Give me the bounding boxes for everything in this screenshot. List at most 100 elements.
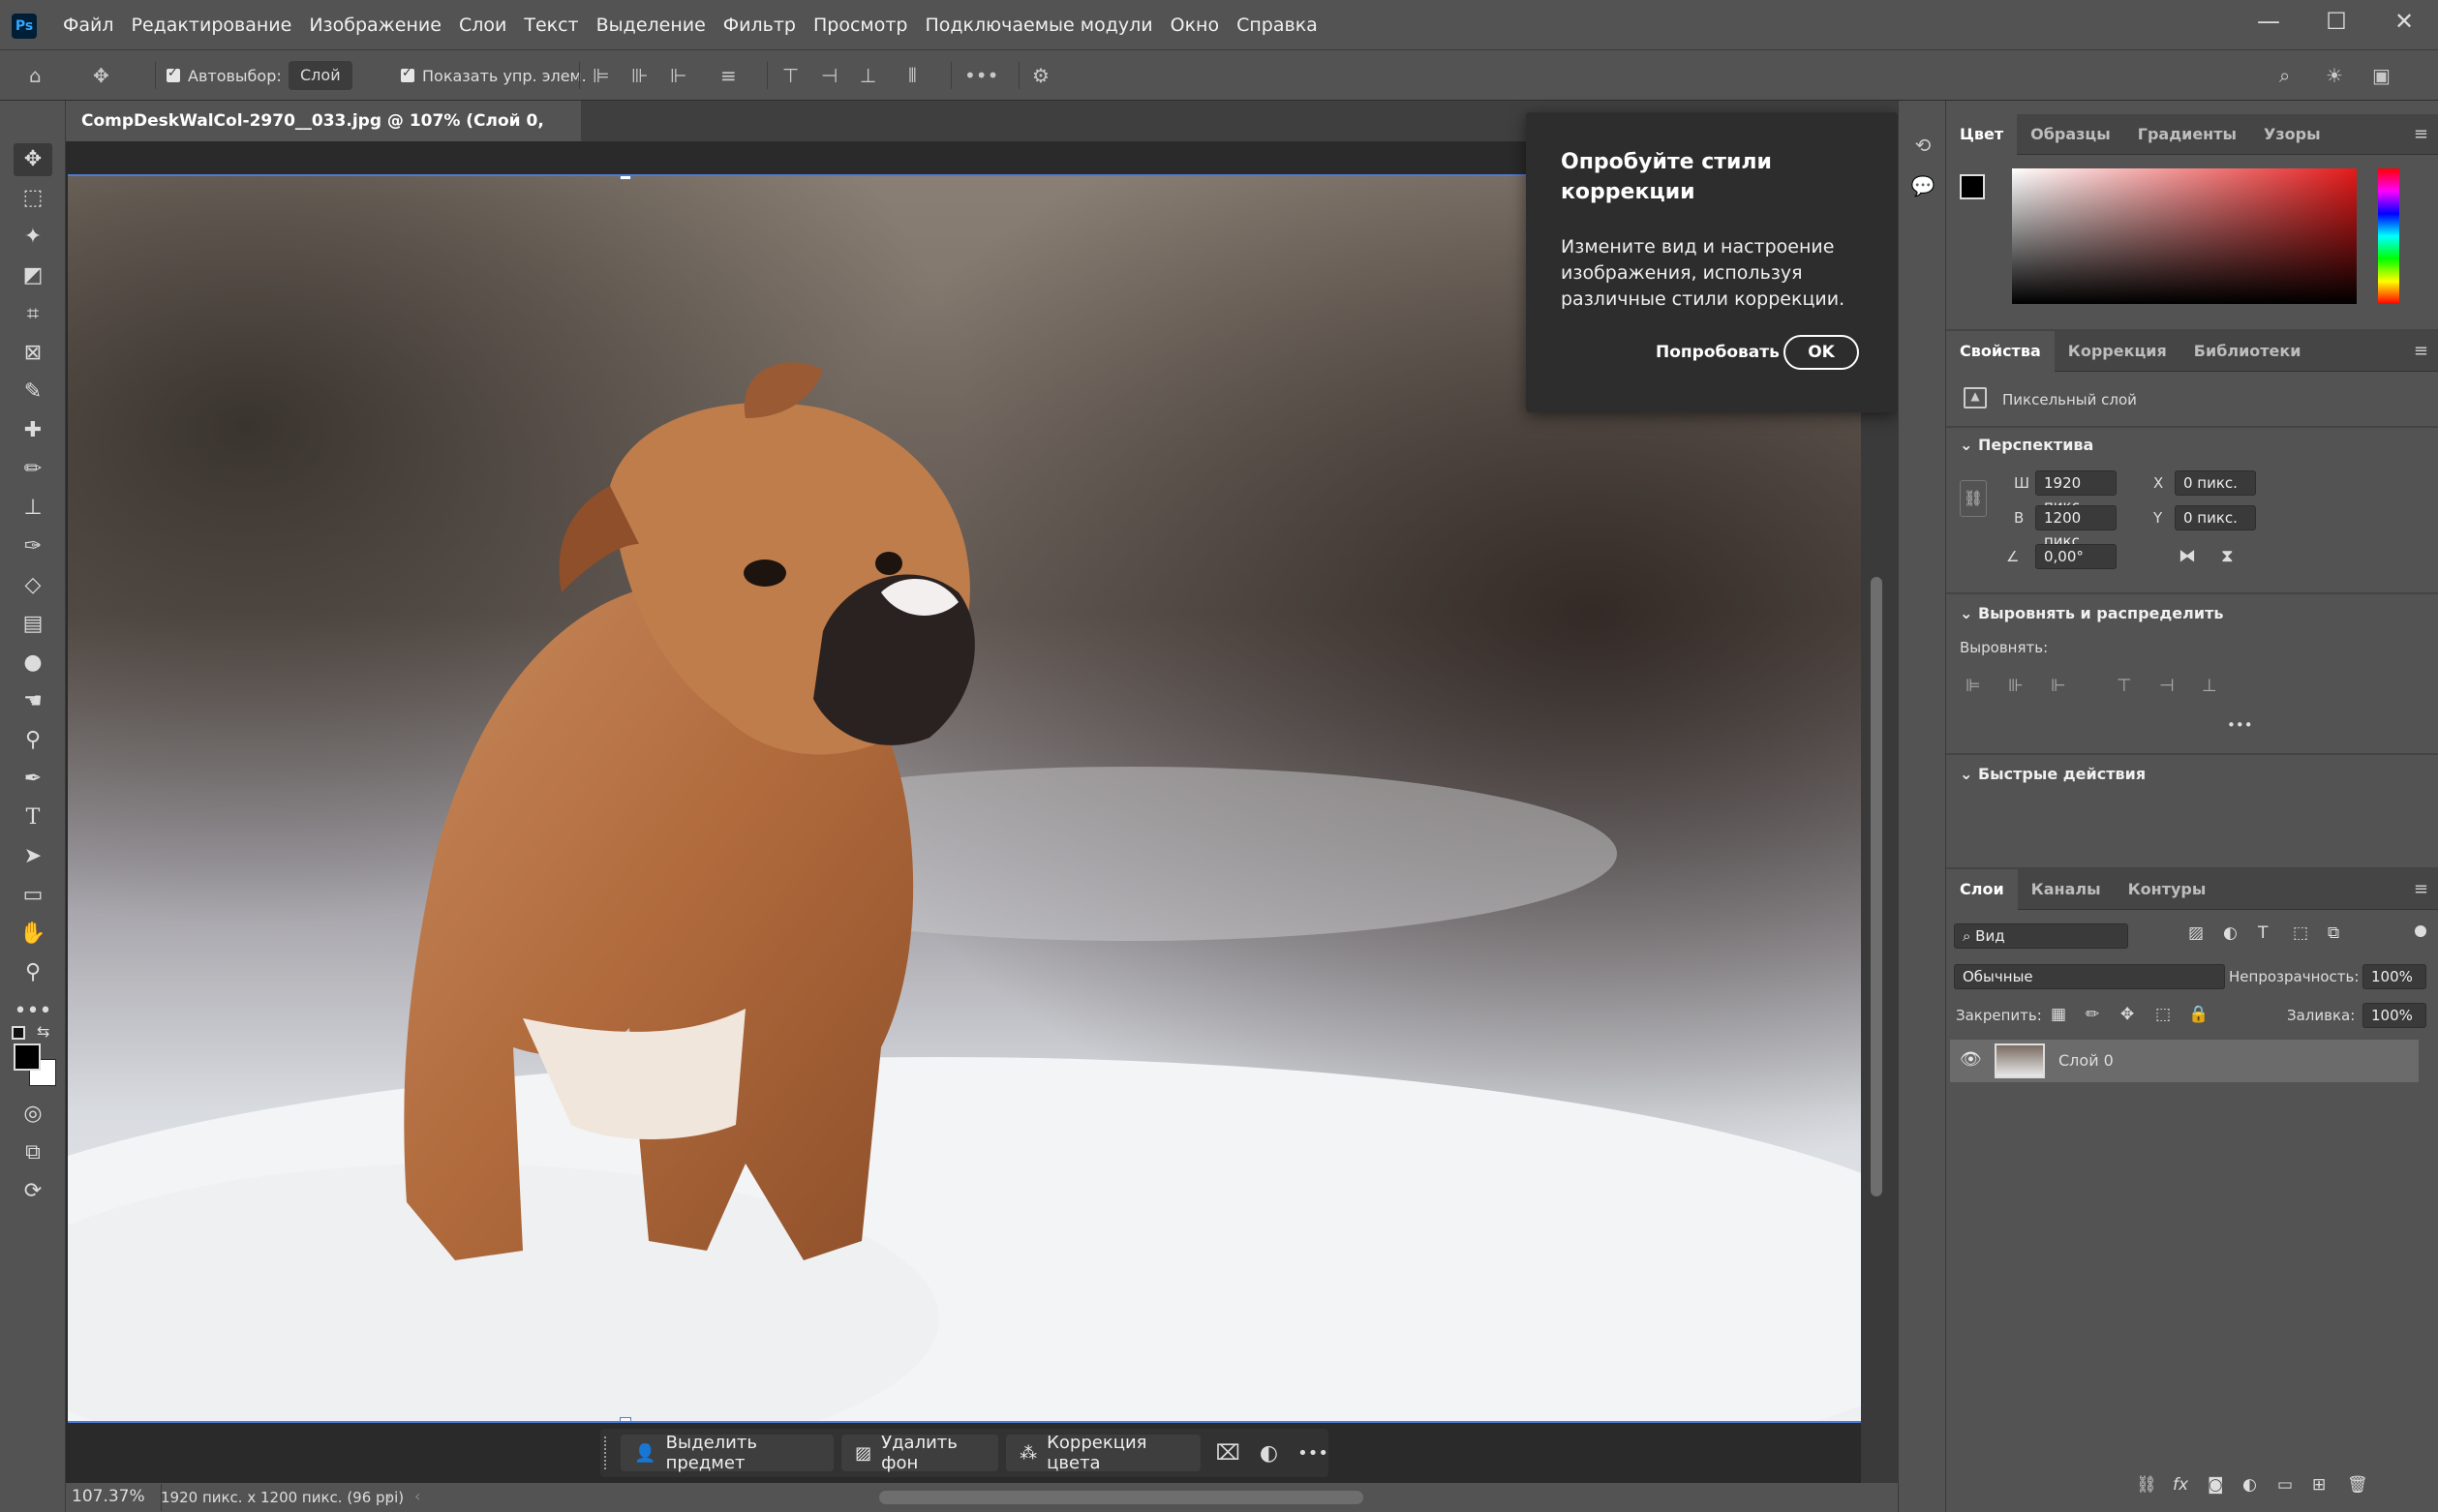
new-group-icon[interactable]: ▭ (2277, 1475, 2293, 1495)
flip-horizontal-icon[interactable]: ⧓ (2179, 546, 2196, 566)
lock-transparent-icon[interactable]: ▦ (2051, 1005, 2066, 1024)
layer-style-icon[interactable]: fx (2173, 1475, 2188, 1495)
filter-adjustment-icon[interactable]: ◐ (2223, 923, 2238, 943)
new-layer-icon[interactable]: ⊞ (2312, 1475, 2326, 1495)
tab-paths[interactable]: Контуры (2115, 869, 2220, 910)
transform-icon[interactable]: ⌧ (1216, 1441, 1240, 1466)
quick-actions-header[interactable]: ⌄ Быстрые действия (1960, 765, 2146, 783)
zoom-level[interactable]: 107.37% (72, 1487, 145, 1506)
height-field[interactable]: 1200 пикс (2035, 505, 2117, 550)
menu-text[interactable]: Текст (515, 0, 587, 50)
status-arrow-icon[interactable]: › (385, 1487, 391, 1505)
more-actions-button[interactable]: ••• (1297, 1443, 1328, 1464)
flip-vertical-icon[interactable]: ⧗ (2221, 546, 2234, 566)
color-field[interactable] (2012, 168, 2357, 304)
close-window-button[interactable]: ✕ (2370, 0, 2438, 45)
vertical-scrollbar[interactable] (1871, 577, 1882, 1196)
link-layers-icon[interactable]: ⛓ (2136, 1475, 2157, 1495)
menu-file[interactable]: Файл (54, 0, 123, 50)
workspace-icon[interactable]: ▣ (2372, 60, 2411, 91)
align-top-edges-icon[interactable]: ⊤ (782, 60, 811, 91)
blur-tool-icon[interactable]: ● (14, 647, 52, 680)
eraser-icon[interactable]: ◇ (14, 569, 52, 602)
filter-type-icon[interactable]: T (2258, 923, 2268, 943)
distribute-vertically-icon[interactable]: ≡ (720, 60, 749, 91)
x-field[interactable]: 0 пикс. (2175, 470, 2256, 496)
align-vertical-centers-icon[interactable]: ⊣ (821, 60, 850, 91)
filter-toggle[interactable] (2415, 925, 2426, 937)
try-button[interactable]: Попробовать (1656, 343, 1780, 362)
filter-shape-icon[interactable]: ⬚ (2293, 923, 2308, 943)
align-right-icon[interactable]: ⊩ (2051, 676, 2066, 696)
foreground-color-swatch[interactable] (14, 1043, 41, 1071)
panel-menu-icon[interactable]: ≡ (2414, 331, 2428, 372)
transform-handle-bottom[interactable] (620, 1417, 631, 1421)
align-center-icon[interactable]: ⊪ (2008, 676, 2024, 696)
rectangle-tool-icon[interactable]: ▭ (14, 879, 52, 912)
show-controls-checkbox[interactable]: Показать упр. элем. (401, 60, 587, 91)
align-left-icon[interactable]: ⊫ (1966, 676, 1981, 696)
default-colors-icon[interactable] (12, 1026, 25, 1040)
menu-window[interactable]: Окно (1162, 0, 1228, 50)
foreground-color-swatch[interactable] (1960, 174, 1985, 199)
fill-field[interactable]: 100% (2362, 1003, 2426, 1028)
gear-icon[interactable]: ⚙ (1032, 60, 1065, 91)
screen-mode-icon[interactable]: ⧉ (14, 1136, 52, 1169)
search-icon[interactable]: ⌕ (2279, 60, 2312, 91)
path-selection-icon[interactable]: ➤ (14, 840, 52, 873)
dodge-tool-icon[interactable]: ⚲ (14, 724, 52, 757)
width-field[interactable]: 1920 пикс (2035, 470, 2117, 515)
hue-slider[interactable] (2378, 168, 2399, 304)
lock-all-icon[interactable]: 🔒 (2188, 1005, 2209, 1024)
brush-tool-icon[interactable]: ✏ (14, 453, 52, 486)
tab-swatches[interactable]: Образцы (2017, 114, 2124, 155)
more-options-icon[interactable]: ••• (964, 60, 1003, 91)
drag-handle-icon[interactable] (604, 1436, 613, 1469)
menu-image[interactable]: Изображение (300, 0, 450, 50)
lock-brush-icon[interactable]: ✏ (2086, 1005, 2099, 1024)
menu-edit[interactable]: Редактирование (123, 0, 301, 50)
healing-brush-icon[interactable]: ✚ (14, 414, 52, 447)
move-tool-preset-icon[interactable]: ✥ (93, 60, 128, 91)
align-bottom-icon[interactable]: ⊥ (2202, 676, 2217, 696)
horizontal-scrollbar[interactable] (879, 1491, 1363, 1504)
remove-background-button[interactable]: ▨ Удалить фон (841, 1433, 999, 1473)
perspective-section-header[interactable]: ⌄ Перспектива (1960, 436, 2093, 454)
align-left-edges-icon[interactable]: ⊫ (593, 60, 622, 91)
delete-layer-icon[interactable]: 🗑 (2347, 1475, 2368, 1495)
new-adjustment-icon[interactable]: ◐ (2242, 1475, 2257, 1495)
hand-tool-icon[interactable]: ✋ (14, 918, 52, 951)
quick-selection-icon[interactable]: ◩ (14, 259, 52, 292)
blend-mode-dropdown[interactable]: Обычные (1954, 964, 2225, 989)
panel-menu-icon[interactable]: ≡ (2414, 114, 2428, 155)
tab-properties[interactable]: Свойства (1946, 330, 2055, 372)
lock-artboard-icon[interactable]: ⬚ (2155, 1005, 2171, 1024)
tab-patterns[interactable]: Узоры (2250, 114, 2334, 155)
quick-mask-icon[interactable]: ◎ (14, 1098, 52, 1131)
home-icon[interactable]: ⌂ (29, 60, 64, 91)
distribute-horizontally-icon[interactable]: ⦀ (908, 60, 937, 91)
filter-pixel-icon[interactable]: ▨ (2188, 923, 2204, 943)
maximize-button[interactable]: ☐ (2302, 0, 2370, 45)
document-tab[interactable]: CompDeskWalCol-2970__033.jpg @ 107% (Сло… (68, 101, 581, 171)
align-top-icon[interactable]: ⊤ (2117, 676, 2132, 696)
link-proportions-icon[interactable]: ⛓ (1960, 480, 1987, 517)
align-middle-icon[interactable]: ⊣ (2159, 676, 2175, 696)
gradient-tool-icon[interactable]: ▤ (14, 608, 52, 641)
y-field[interactable]: 0 пикс. (2175, 505, 2256, 530)
comments-panel-icon[interactable]: 💬 (1908, 174, 1937, 197)
frame-tool-icon[interactable]: ⊠ (14, 337, 52, 370)
scroll-left-icon[interactable]: ‹ (414, 1487, 420, 1505)
opacity-field[interactable]: 100% (2362, 964, 2426, 989)
pen-tool-icon[interactable]: ✒ (14, 763, 52, 796)
add-mask-icon[interactable]: ◙ (2208, 1475, 2224, 1495)
object-selection-icon[interactable]: ✦ (14, 221, 52, 254)
align-right-edges-icon[interactable]: ⊩ (670, 60, 699, 91)
smudge-icon[interactable]: ☚ (14, 685, 52, 718)
menu-view[interactable]: Просмотр (805, 0, 917, 50)
transform-handle-top[interactable] (620, 176, 631, 180)
tab-adjustments[interactable]: Коррекция (2055, 331, 2180, 372)
panel-menu-icon[interactable]: ≡ (2414, 869, 2428, 910)
crop-tool-icon[interactable]: ⌗ (14, 298, 52, 331)
adjustment-circle-icon[interactable]: ◐ (1260, 1441, 1278, 1466)
